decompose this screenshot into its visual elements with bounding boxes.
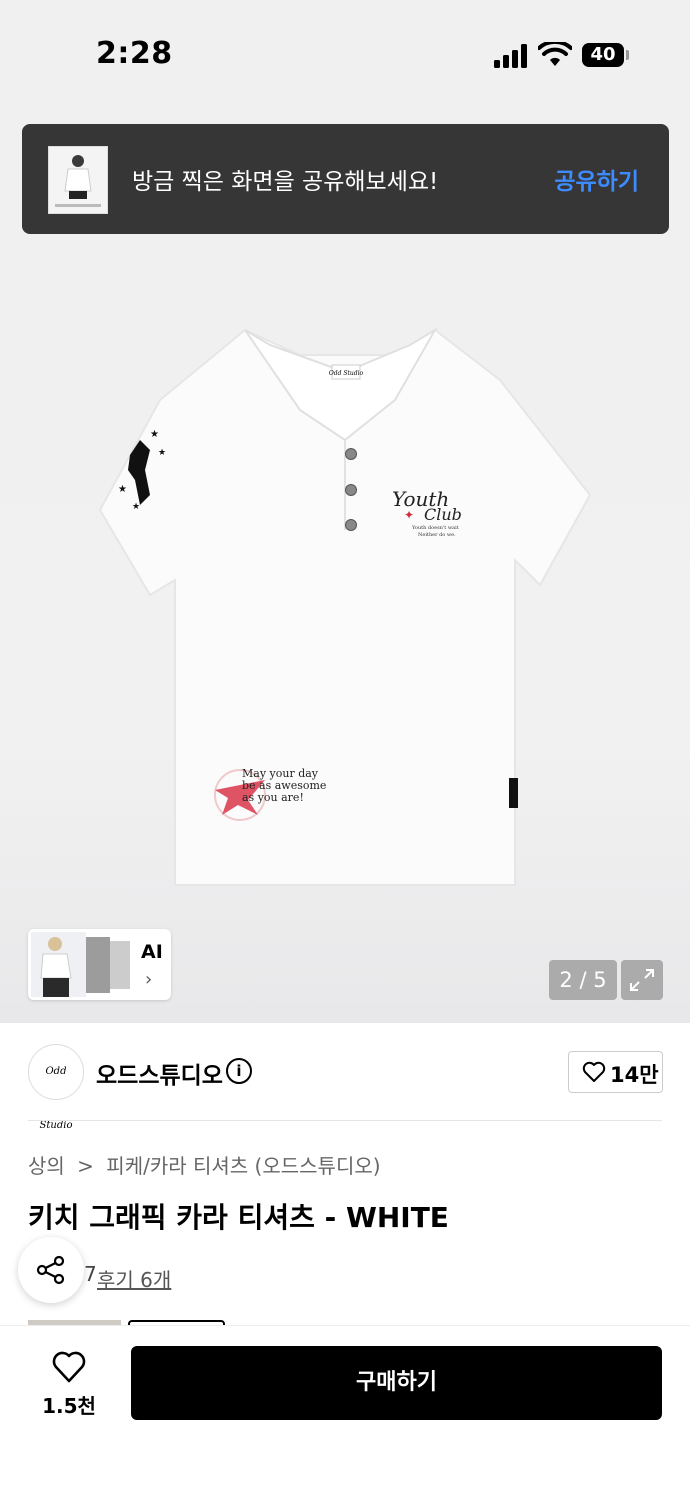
review-link[interactable]: 후기 6개 — [97, 1264, 171, 1293]
chest-small-line2: Neither do we. — [418, 532, 456, 538]
buy-button[interactable]: 구매하기 — [131, 1346, 662, 1420]
ai-thumbnail-2 — [86, 937, 110, 993]
status-time: 2:28 — [96, 36, 173, 71]
wifi-icon — [538, 42, 572, 66]
svg-text:★: ★ — [118, 484, 127, 495]
page-indicator: 2 / 5 — [549, 960, 617, 1000]
expand-button[interactable] — [621, 960, 663, 1000]
product-image[interactable]: Odd Studio ★ ★ ★ ★ Youth Club ✦ Youth do… — [0, 110, 690, 1023]
product-title: 키치 그래픽 카라 티셔츠 - WHITE — [28, 1201, 449, 1234]
heart-icon — [582, 1061, 606, 1082]
wishlist-count: 1.5천 — [42, 1394, 96, 1418]
chest-print-line2: Club — [424, 505, 462, 524]
hem-print-line3: as you are! — [242, 791, 304, 804]
status-bar: 2:28 40 — [0, 0, 690, 110]
svg-text:★: ★ — [132, 502, 140, 512]
svg-text:★: ★ — [150, 429, 159, 440]
brand-like-button[interactable]: 14만 — [568, 1051, 663, 1093]
share-fab-button[interactable] — [18, 1237, 84, 1303]
svg-text:★: ★ — [158, 448, 166, 458]
battery-tip — [626, 50, 629, 60]
expand-icon — [630, 969, 654, 991]
brand-name[interactable]: 오드스튜디오 — [96, 1056, 223, 1090]
ai-label: AI — [141, 941, 163, 963]
brand-logo[interactable]: Odd Studio — [28, 1044, 84, 1131]
brand-like-count: 14만 — [610, 1063, 659, 1087]
breadcrumb: 상의 > 피케/카라 티셔츠 (오드스튜디오) — [28, 1150, 381, 1179]
share-icon — [36, 1255, 65, 1285]
neck-label: Odd Studio — [329, 370, 364, 377]
share-button[interactable]: 공유하기 — [554, 162, 639, 196]
signal-icon — [494, 44, 528, 68]
shirt-image: Odd Studio ★ ★ ★ ★ Youth Club ✦ Youth do… — [98, 327, 592, 886]
rating-value: 7 — [84, 1262, 97, 1286]
heart-icon — [52, 1351, 86, 1383]
toast-message: 방금 찍은 화면을 공유해보세요! — [132, 169, 439, 195]
chest-small-line1: Youth doesn't wait — [411, 525, 459, 531]
ai-thumbnail-3 — [110, 941, 130, 989]
breadcrumb-subcategory[interactable]: 피케/카라 티셔츠 (오드스튜디오) — [106, 1154, 380, 1178]
chevron-right-icon: › — [145, 969, 153, 990]
share-toast: 방금 찍은 화면을 공유해보세요! 공유하기 — [22, 124, 669, 234]
wishlist-button[interactable]: 1.5천 — [40, 1348, 98, 1418]
breadcrumb-category[interactable]: 상의 — [28, 1154, 65, 1178]
battery-icon: 40 — [582, 43, 624, 67]
divider — [28, 1120, 662, 1121]
chevron-right-icon: > — [77, 1154, 94, 1178]
ai-model-thumbnail — [31, 932, 86, 997]
ai-fitting-card[interactable]: AI › — [28, 929, 171, 1000]
screenshot-thumbnail[interactable] — [48, 146, 108, 214]
info-icon[interactable]: i — [226, 1058, 252, 1084]
svg-text:✦: ✦ — [404, 508, 414, 522]
